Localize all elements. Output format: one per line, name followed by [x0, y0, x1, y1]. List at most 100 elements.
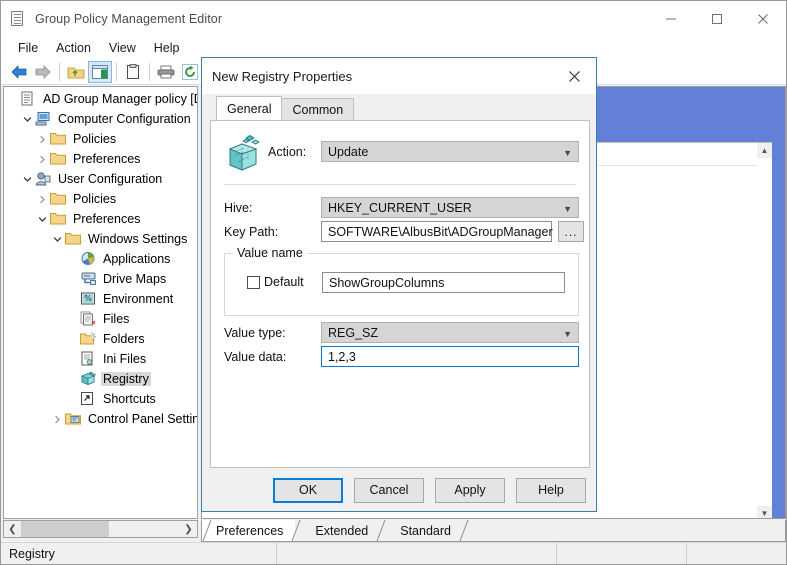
tab-preferences[interactable]: Preferences	[202, 520, 301, 541]
tab-extended[interactable]: Extended	[301, 520, 386, 541]
environment-icon: %	[80, 291, 97, 307]
registry-cube-icon	[224, 135, 264, 175]
help-button[interactable]: Help	[516, 477, 586, 503]
chevron-right-icon[interactable]	[34, 153, 50, 165]
window-title: Group Policy Management Editor	[35, 12, 223, 26]
cancel-button[interactable]: Cancel	[354, 477, 424, 503]
folders-icon	[80, 331, 97, 347]
tree-item-folders[interactable]: Folders	[4, 329, 197, 349]
tree-item-control-panel-settings[interactable]: Control Panel Settings	[4, 409, 197, 429]
default-checkbox[interactable]: Default	[247, 275, 304, 289]
tree-item-label: Computer Configuration	[58, 112, 191, 126]
action-combobox[interactable]: Update ▼	[321, 141, 579, 162]
keypath-input[interactable]: SOFTWARE\AlbusBit\ADGroupManager	[321, 221, 553, 242]
tab-edge-right	[291, 520, 301, 541]
close-icon[interactable]	[740, 1, 786, 37]
tree-item-shortcuts[interactable]: Shortcuts	[4, 389, 197, 409]
chevron-right-icon[interactable]	[49, 413, 65, 425]
tree-item-files[interactable]: Files	[4, 309, 197, 329]
minimize-icon[interactable]	[648, 1, 694, 37]
drive-maps-icon	[80, 271, 97, 287]
status-cell-2	[277, 542, 557, 564]
menu-view[interactable]: View	[100, 39, 145, 57]
details-vertical-scrollbar[interactable]: ▲ ▼	[757, 143, 772, 518]
tab-standard[interactable]: Standard	[386, 520, 469, 541]
tree-item-user-configuration[interactable]: User Configuration	[4, 169, 197, 189]
shortcuts-icon	[80, 391, 97, 407]
scroll-up-icon[interactable]: ▲	[757, 143, 772, 158]
menu-file[interactable]: File	[9, 39, 47, 57]
hive-value: HKEY_CURRENT_USER	[328, 200, 472, 215]
value-data-value: 1,2,3	[328, 349, 356, 364]
tree-item-ini-files[interactable]: Ini Files	[4, 349, 197, 369]
general-tab-panel: Action: Update ▼ Hive: HKEY_CURRENT_USER…	[210, 120, 590, 468]
status-cell-4	[687, 543, 786, 565]
apply-button[interactable]: Apply	[435, 477, 505, 503]
tab-extended-label: Extended	[315, 523, 369, 538]
section-divider	[224, 184, 576, 185]
dialog-title: New Registry Properties	[212, 68, 353, 84]
scroll-down-icon[interactable]: ▼	[757, 506, 772, 518]
ok-button[interactable]: OK	[273, 477, 343, 503]
forward-icon[interactable]	[31, 61, 55, 83]
scroll-track[interactable]	[21, 521, 180, 537]
tab-common[interactable]: Common	[281, 98, 355, 120]
tab-edge-left	[202, 520, 212, 541]
tree-item-computer-configuration[interactable]: Computer Configuration	[4, 109, 197, 129]
maximize-icon[interactable]	[694, 1, 740, 37]
tree-item-environment[interactable]: % Environment	[4, 289, 197, 309]
up-folder-icon[interactable]	[64, 61, 88, 83]
scroll-thumb[interactable]	[21, 521, 109, 537]
keypath-browse-button[interactable]: ...	[558, 221, 584, 242]
back-icon[interactable]	[7, 61, 31, 83]
tree-horizontal-scrollbar[interactable]: ❮ ❯	[3, 520, 198, 538]
value-name-groupbox: Value name Default ShowGroupColumns	[224, 246, 579, 316]
chevron-down-icon[interactable]	[19, 173, 35, 185]
value-data-input[interactable]: 1,2,3	[321, 346, 579, 367]
chevron-down-icon: ▼	[563, 328, 572, 339]
dialog-body: General Common Action: Update ▼ Hive: HK…	[210, 96, 590, 468]
menu-action[interactable]: Action	[47, 39, 100, 57]
chevron-down-icon[interactable]	[49, 233, 65, 245]
control-panel-icon	[65, 411, 82, 427]
scroll-right-icon[interactable]: ❯	[180, 521, 197, 537]
value-name-input[interactable]: ShowGroupColumns	[322, 272, 565, 293]
tree-item-preferences[interactable]: Preferences	[4, 209, 197, 229]
tab-standard-label: Standard	[400, 523, 451, 538]
tab-general[interactable]: General	[216, 96, 283, 120]
console-tree-pane[interactable]: AD Group Manager policy [DC1 Computer Con…	[3, 86, 198, 519]
scroll-left-icon[interactable]: ❮	[4, 521, 21, 537]
properties-icon[interactable]	[121, 61, 145, 83]
print-icon[interactable]	[154, 61, 178, 83]
folder-icon	[50, 151, 67, 167]
menu-bar: File Action View Help	[1, 37, 786, 59]
chevron-down-icon[interactable]	[19, 113, 35, 125]
hive-combobox[interactable]: HKEY_CURRENT_USER ▼	[321, 197, 579, 218]
tree-item-label: Windows Settings	[88, 232, 188, 246]
tree-item-ad-group-manager-policy-dc1[interactable]: AD Group Manager policy [DC1	[4, 89, 197, 109]
chevron-right-icon[interactable]	[34, 133, 50, 145]
tree-item-label: Files	[103, 312, 130, 326]
tree-item-preferences[interactable]: Preferences	[4, 149, 197, 169]
menu-help[interactable]: Help	[145, 39, 189, 57]
tab-preferences-label: Preferences	[216, 523, 284, 538]
chevron-down-icon[interactable]	[34, 213, 50, 225]
tree-item-policies[interactable]: Policies	[4, 129, 197, 149]
tree-item-policies[interactable]: Policies	[4, 189, 197, 209]
console-tree: AD Group Manager policy [DC1 Computer Con…	[4, 87, 197, 429]
tree-item-drive-maps[interactable]: Drive Maps	[4, 269, 197, 289]
document-icon	[11, 11, 27, 27]
tree-item-label: Policies	[73, 132, 117, 146]
chevron-right-icon[interactable]	[34, 193, 50, 205]
value-type-combobox[interactable]: REG_SZ ▼	[321, 322, 579, 343]
tree-item-windows-settings[interactable]: Windows Settings	[4, 229, 197, 249]
dialog-close-icon[interactable]	[552, 58, 596, 94]
applications-icon	[80, 251, 97, 267]
dialog-footer: OK Cancel Apply Help	[202, 469, 596, 511]
refresh-icon[interactable]	[178, 61, 202, 83]
tree-item-registry[interactable]: Registry	[4, 369, 197, 389]
value-name-value: ShowGroupColumns	[329, 275, 445, 290]
show-hide-console-tree-icon[interactable]	[88, 60, 112, 83]
folder-icon	[50, 211, 67, 227]
tree-item-applications[interactable]: Applications	[4, 249, 197, 269]
